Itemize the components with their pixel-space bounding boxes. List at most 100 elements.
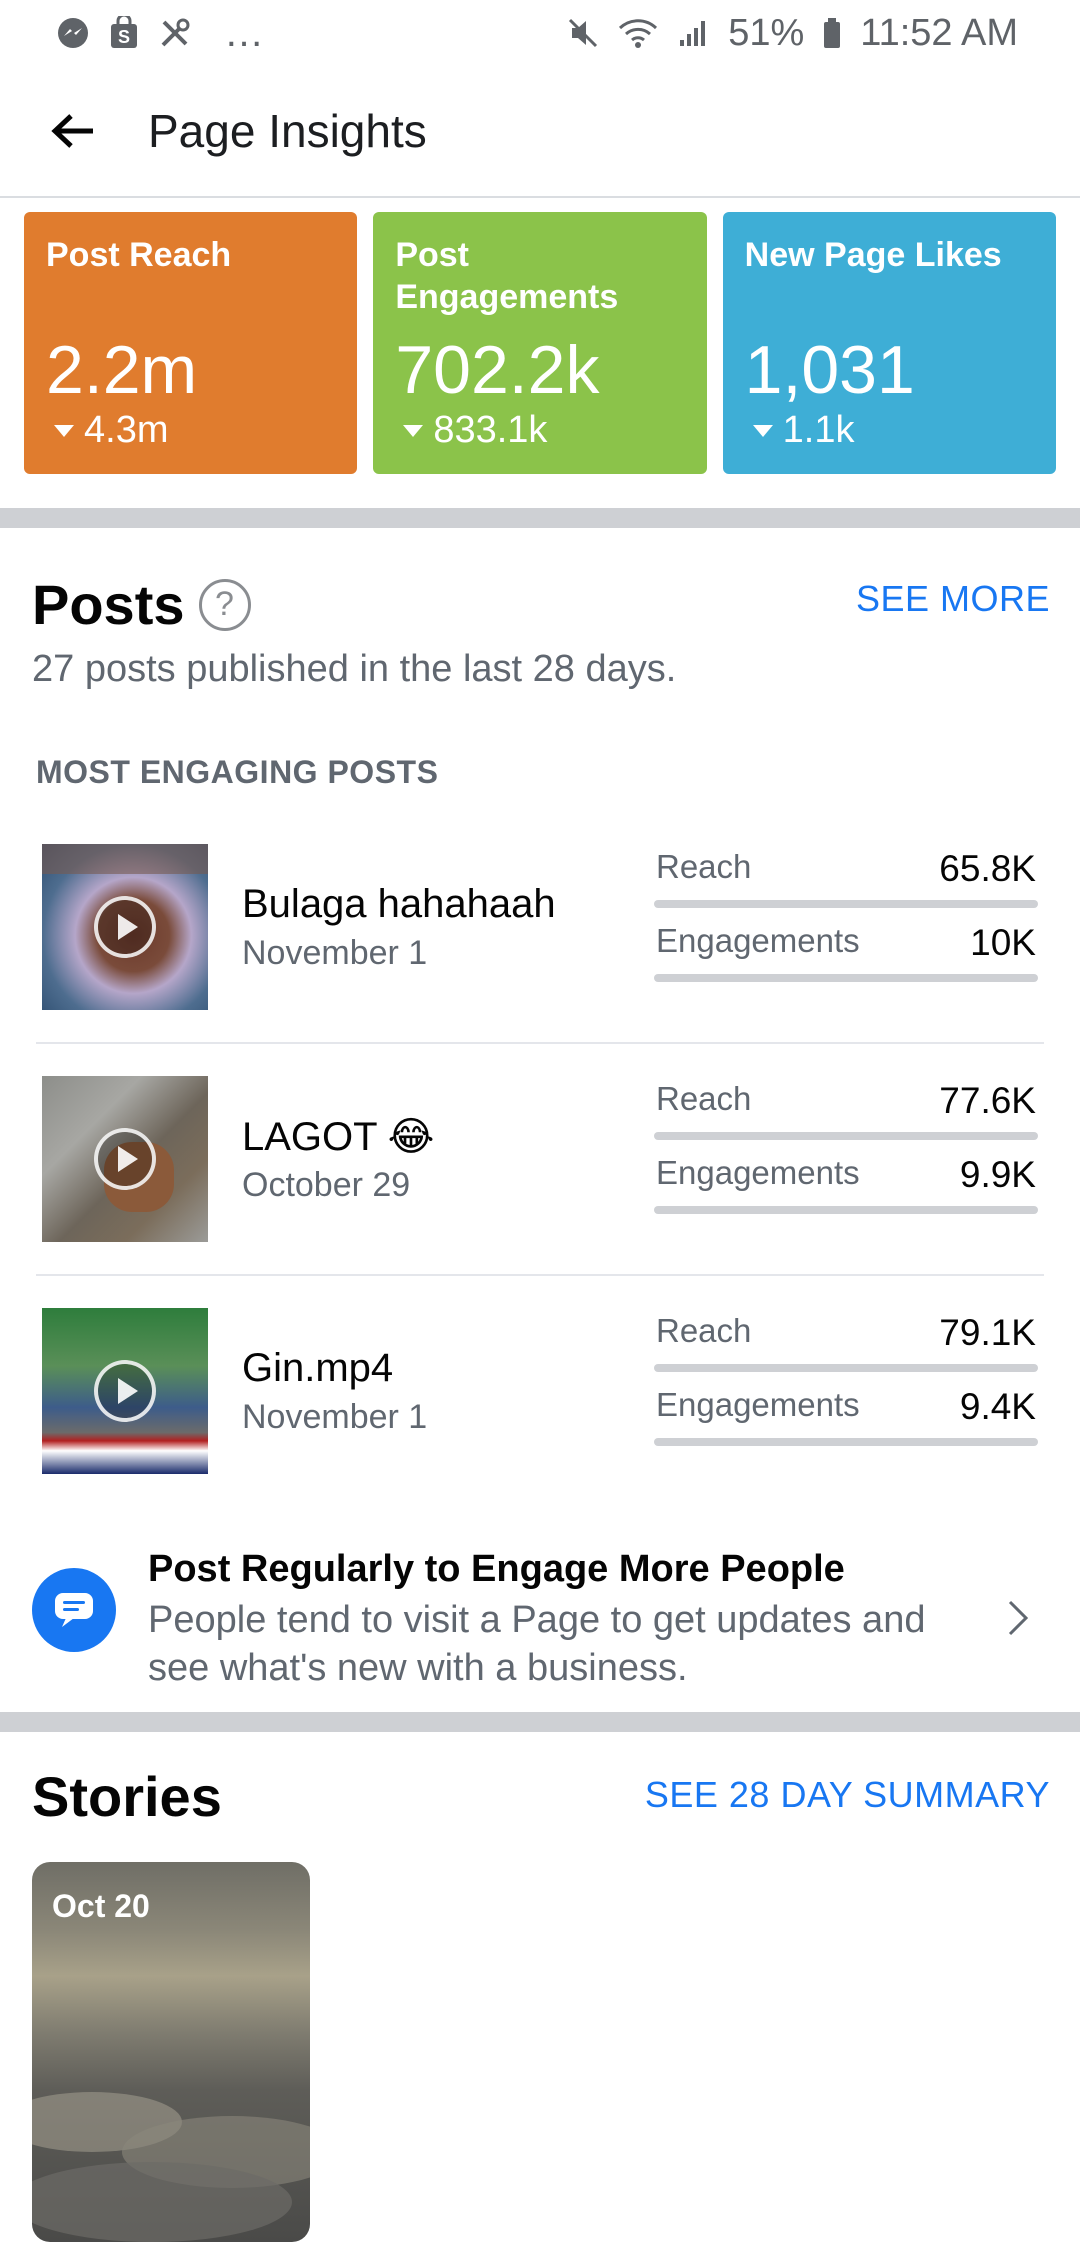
messenger-icon: [56, 16, 90, 50]
mute-icon: [566, 16, 600, 50]
metrics-row: Post Reach 2.2m 4.3m Post Engagements 70…: [0, 198, 1080, 508]
play-icon: [94, 896, 156, 958]
metric-delta-value: 833.1k: [433, 409, 548, 451]
metric-label: New Page Likes: [744, 236, 1002, 274]
reach-value: 65.8K: [939, 848, 1036, 889]
posts-section: Posts ? SEE MORE 27 posts published in t…: [0, 528, 1080, 1712]
section-divider: [0, 508, 1080, 528]
post-date: October 29: [242, 1166, 411, 1204]
section-divider: [0, 1712, 1080, 1732]
post-row[interactable]: Bulaga hahahaah November 1 Reach 65.8K E…: [36, 830, 1044, 1062]
laughing-emoji-icon: 😂: [387, 1115, 435, 1159]
story-date: Oct 20: [52, 1888, 150, 1924]
tip-body: People tend to visit a Page to get updat…: [148, 1599, 926, 1689]
metric-value: 2.2m: [46, 332, 198, 408]
metric-card-post-reach[interactable]: Post Reach 2.2m 4.3m: [24, 212, 358, 474]
posts-subtitle: 27 posts published in the last 28 days.: [32, 648, 677, 690]
metric-card-post-engagements[interactable]: Post Engagements 702.2k 833.1k: [373, 212, 707, 474]
stories-title: Stories: [32, 1765, 222, 1828]
post-date: November 1: [242, 934, 428, 972]
reach-label: Reach: [656, 848, 752, 885]
status-left: S …: [56, 13, 266, 53]
row-separator: [36, 1274, 1044, 1276]
message-icon: [32, 1568, 116, 1652]
back-arrow-icon: [51, 114, 93, 148]
post-stats: Reach 79.1K Engagements 9.4K: [654, 1312, 1038, 1460]
shop-icon: S: [108, 16, 140, 50]
post-name-text: Gin.mp4: [242, 1346, 394, 1390]
reach-bar: [654, 900, 1038, 908]
post-stats: Reach 77.6K Engagements 9.9K: [654, 1080, 1038, 1228]
post-name: Bulaga hahahaah: [242, 882, 556, 927]
post-row[interactable]: Gin.mp4 November 1 Reach 79.1K Engagemen…: [36, 1294, 1044, 1526]
tools-icon: [158, 16, 192, 50]
post-regularly-tip[interactable]: Post Regularly to Engage More People Peo…: [32, 1538, 1048, 1698]
reach-label: Reach: [656, 1080, 752, 1117]
story-card[interactable]: Oct 20: [32, 1862, 310, 2242]
engagements-value: 9.9K: [959, 1154, 1036, 1195]
engagements-bar: [654, 1438, 1038, 1446]
reach-value: 77.6K: [939, 1080, 1036, 1121]
post-thumbnail: [42, 844, 208, 1010]
most-engaging-heading: MOST ENGAGING POSTS: [36, 754, 439, 790]
help-icon[interactable]: ?: [198, 578, 251, 631]
metric-delta-value: 4.3m: [84, 409, 169, 451]
engagements-bar: [654, 1206, 1038, 1214]
battery-icon: [822, 16, 842, 50]
post-row[interactable]: LAGOT 😂 October 29 Reach 77.6K Engagemen…: [36, 1062, 1044, 1294]
engagements-value: 10K: [970, 922, 1036, 963]
play-icon: [94, 1128, 156, 1190]
post-name-text: LAGOT: [242, 1114, 378, 1159]
engagements-label: Engagements: [656, 1386, 860, 1423]
down-triangle-icon: [403, 424, 424, 437]
stories-section: Stories SEE 28 DAY SUMMARY Oct 20: [0, 1732, 1080, 2242]
engagements-bar: [654, 974, 1038, 982]
metric-delta-value: 1.1k: [782, 409, 855, 451]
app-bar: Page Insights: [0, 66, 1080, 198]
post-name: LAGOT 😂: [242, 1114, 434, 1160]
battery-percent: 51%: [728, 11, 805, 54]
row-separator: [36, 1042, 1044, 1044]
reach-label: Reach: [656, 1312, 752, 1349]
engagements-label: Engagements: [656, 922, 860, 959]
post-name-text: Bulaga hahahaah: [242, 882, 556, 926]
page-title: Page Insights: [148, 105, 427, 157]
thumbnail-overlay: [42, 844, 208, 874]
reach-bar: [654, 1132, 1038, 1140]
metric-delta: 833.1k: [403, 409, 547, 452]
reach-stat: Reach 65.8K: [654, 848, 1038, 922]
metric-card-new-page-likes[interactable]: New Page Likes 1,031 1.1k: [722, 212, 1056, 474]
post-thumbnail: [42, 1076, 208, 1242]
status-right: 51% 11:52 AM: [566, 12, 1018, 55]
engagements-stat: Engagements 9.9K: [654, 1154, 1038, 1228]
see-28-day-summary-link[interactable]: SEE 28 DAY SUMMARY: [645, 1774, 1050, 1816]
post-date: November 1: [242, 1398, 428, 1436]
post-thumbnail: [42, 1308, 208, 1474]
metric-label: Post Engagements: [395, 236, 619, 316]
reach-stat: Reach 77.6K: [654, 1080, 1038, 1154]
reach-stat: Reach 79.1K: [654, 1312, 1038, 1386]
engagements-value: 9.4K: [959, 1386, 1036, 1427]
metric-value: 1,031: [744, 332, 915, 408]
more-notifications-icon: …: [224, 11, 266, 55]
engagements-stat: Engagements 9.4K: [654, 1386, 1038, 1460]
posts-title: Posts: [32, 573, 185, 636]
post-name: Gin.mp4: [242, 1346, 393, 1391]
metric-label: Post Reach: [46, 236, 232, 274]
back-button[interactable]: [0, 65, 148, 197]
posts-header: Posts ?: [32, 572, 251, 637]
see-more-link[interactable]: SEE MORE: [856, 578, 1050, 620]
wifi-icon: [618, 16, 658, 50]
status-bar: S … 51% 11:52 AM: [0, 0, 1080, 66]
down-triangle-icon: [752, 424, 773, 437]
engagements-label: Engagements: [656, 1154, 860, 1191]
reach-value: 79.1K: [939, 1312, 1036, 1353]
metric-delta: 1.1k: [752, 409, 855, 452]
metric-delta: 4.3m: [54, 409, 168, 452]
clock: 11:52 AM: [860, 11, 1018, 54]
svg-text:S: S: [118, 27, 130, 47]
post-stats: Reach 65.8K Engagements 10K: [654, 848, 1038, 996]
metric-value: 702.2k: [395, 332, 600, 408]
signal-icon: [676, 16, 710, 50]
tip-title: Post Regularly to Engage More People: [148, 1548, 845, 1590]
